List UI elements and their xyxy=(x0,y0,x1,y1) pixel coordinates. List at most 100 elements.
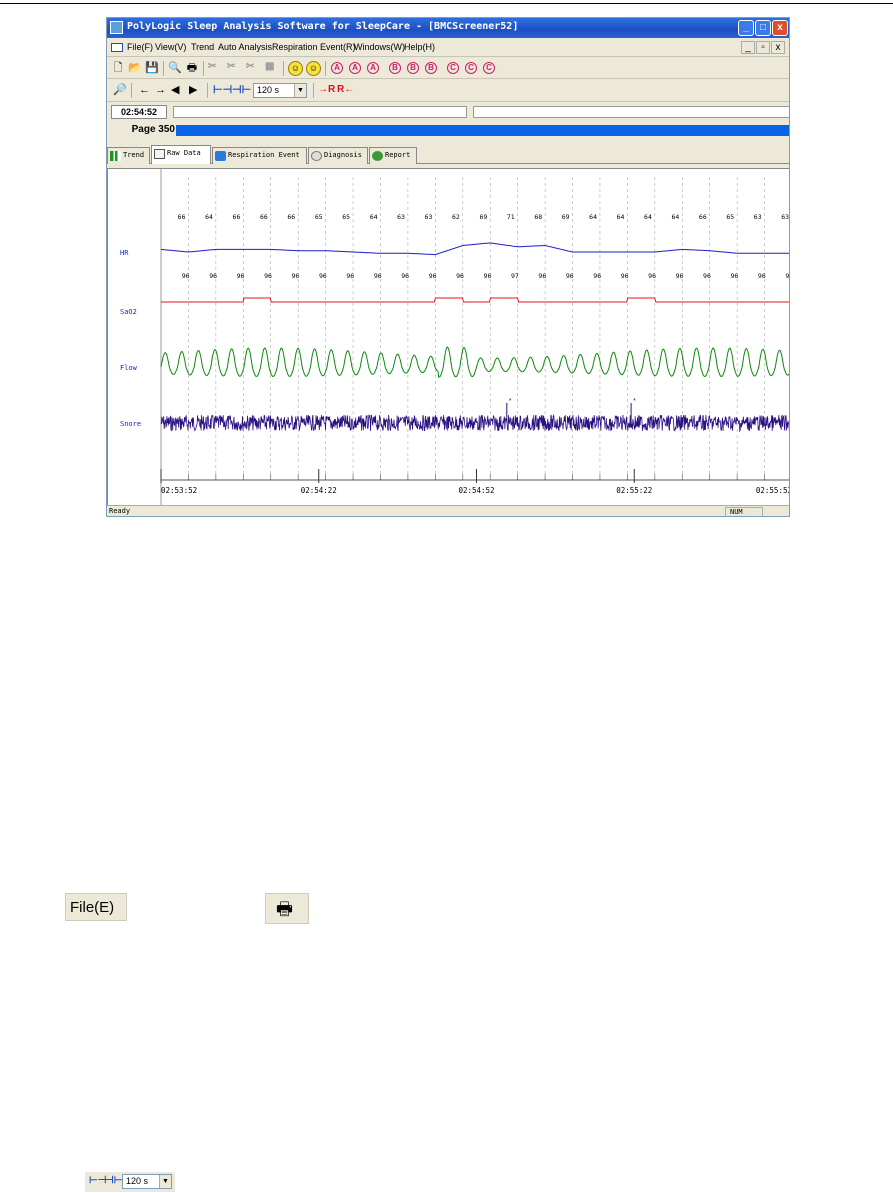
trend-chart-icon xyxy=(110,151,121,161)
event-c-icon[interactable]: C xyxy=(447,62,459,74)
sao2-value-label: 96 xyxy=(593,272,601,280)
print-icon[interactable]: 🖶 xyxy=(185,61,199,75)
smiley-1-icon[interactable]: ☺ xyxy=(288,61,303,76)
raw-data-chart[interactable]: HR SaO2 Flow Snore 66 64 66 66 66 65 65 64 63 63 62 69… xyxy=(107,168,790,506)
maximize-button[interactable]: □ xyxy=(755,20,771,36)
close-button[interactable]: x xyxy=(772,20,788,36)
hr-value-label: 63 xyxy=(754,213,762,221)
sao2-value-label: 96 xyxy=(319,272,327,280)
grid xyxy=(188,177,765,480)
window-length-select-crop: 120 s ▼ xyxy=(122,1174,172,1189)
sao2-value-label: 96 xyxy=(758,272,766,280)
sao2-value-label: 96 xyxy=(401,272,409,280)
tab-trend-label: Trend xyxy=(123,151,145,159)
sao2-value-label: 96 xyxy=(730,272,738,280)
expand-window-icon[interactable]: ⊢⊣ xyxy=(213,83,232,96)
signal-plot[interactable]: HR SaO2 Flow Snore 66 64 66 66 66 65 65 64 63 63 62 69… xyxy=(108,169,790,506)
sao2-value-label: 96 xyxy=(292,272,300,280)
menu-view[interactable]: View(V) xyxy=(155,42,186,52)
disabled-tool-4-icon: ▦ xyxy=(265,61,275,72)
menu-windows[interactable]: Windows(W) xyxy=(354,42,405,52)
hr-value-label: 64 xyxy=(671,213,679,221)
menu-trend[interactable]: Trend xyxy=(191,42,214,52)
event-a-icon[interactable]: A xyxy=(331,62,343,74)
window-length-select[interactable]: 120 s ▼ xyxy=(253,83,307,98)
tab-report[interactable]: Report xyxy=(369,147,417,164)
chevron-down-icon: ▼ xyxy=(159,1175,171,1188)
channel-label: Flow xyxy=(120,364,138,372)
hr-value-label: 64 xyxy=(644,213,652,221)
chevron-down-icon[interactable]: ▼ xyxy=(294,84,306,97)
info-field-right[interactable] xyxy=(473,106,789,118)
event-b-add-icon[interactable]: B xyxy=(407,62,419,74)
sao2-value-label: 96 xyxy=(237,272,245,280)
save-icon[interactable]: 💾 xyxy=(145,61,159,75)
respiration-icon xyxy=(215,151,226,161)
sao2-value-label: 97 xyxy=(511,272,519,280)
event-c-add-icon[interactable]: C xyxy=(465,62,477,74)
open-folder-icon[interactable]: 📂 xyxy=(128,61,142,75)
hr-value-label: 64 xyxy=(617,213,625,221)
hr-value-label: 64 xyxy=(205,213,213,221)
page-progress-bar[interactable] xyxy=(176,125,789,136)
menu-file[interactable]: File(F) xyxy=(127,42,153,52)
minimize-button[interactable]: _ xyxy=(738,20,754,36)
toolbar-separator xyxy=(325,61,326,76)
page-forward-icon[interactable]: ▶ xyxy=(189,83,197,97)
compress-window-icon[interactable]: ⊣⊢ xyxy=(232,83,251,96)
print-preview-icon[interactable]: 🔍 xyxy=(168,61,182,75)
menu-help[interactable]: Help(H) xyxy=(404,42,435,52)
new-file-icon[interactable]: 🗋 xyxy=(111,61,125,75)
mdi-restore-button[interactable]: ▫ xyxy=(756,41,770,54)
hr-value-label: 69 xyxy=(562,213,570,221)
event-b-remove-icon[interactable]: B xyxy=(425,62,437,74)
hr-value-label: 71 xyxy=(507,213,515,221)
file-menu-crop: File(E) xyxy=(65,893,127,921)
event-a-remove-icon[interactable]: A xyxy=(367,62,379,74)
channel-labels: HR SaO2 Flow Snore xyxy=(120,249,141,428)
info-field-left[interactable] xyxy=(173,106,467,118)
channel-label: SaO2 xyxy=(120,308,137,316)
hr-value-label: 63 xyxy=(781,213,789,221)
tab-trend[interactable]: Trend xyxy=(107,147,150,164)
toolbar-separator xyxy=(207,83,208,98)
event-a-add-icon[interactable]: A xyxy=(349,62,361,74)
hr-value-label: 68 xyxy=(534,213,542,221)
record-left-button[interactable]: →R xyxy=(318,84,335,95)
main-toolbar: 🗋 📂 💾 🔍 🖶 ✂ ✂ ✂ ▦ ☺ ☺ A A A B B B C C C xyxy=(107,58,789,79)
window-length-value: 120 s xyxy=(257,85,280,95)
navigation-toolbar: 🔎 ← → ◀ ▶ ⊢⊣ ⊣⊢ 120 s ▼ →R R← xyxy=(107,80,789,102)
hr-value-label: 63 xyxy=(397,213,405,221)
sao2-value-label: 96 xyxy=(538,272,546,280)
smiley-2-icon[interactable]: ☺ xyxy=(306,61,321,76)
mdi-minimize-button[interactable]: _ xyxy=(741,41,755,54)
sao2-value-label: 96 xyxy=(346,272,354,280)
tab-raw-data-label: Raw Data xyxy=(167,149,201,157)
record-right-button[interactable]: R← xyxy=(337,84,354,95)
sao2-value-label: 96 xyxy=(703,272,711,280)
toolbar-separator xyxy=(163,61,164,76)
hr-value-label: 65 xyxy=(726,213,734,221)
current-time-display: 02:54:52 xyxy=(111,105,167,119)
window-length-toolbar-crop: ⊢⊣ ⊣⊢ 120 s ▼ xyxy=(85,1172,175,1192)
sao2-trace xyxy=(161,297,789,303)
hr-value-label: 66 xyxy=(260,213,268,221)
tab-respiration-event-label: Respiration Event xyxy=(228,151,300,159)
tab-respiration-event[interactable]: Respiration Event xyxy=(212,147,307,164)
event-c-remove-icon[interactable]: C xyxy=(483,62,495,74)
time-tick-label: 02:54:22 xyxy=(301,486,337,495)
page-row: Page 350 xyxy=(107,122,789,139)
zoom-icon[interactable]: 🔎 xyxy=(113,83,127,97)
page-back-icon[interactable]: ◀ xyxy=(171,83,179,97)
tab-diagnosis[interactable]: Diagnosis xyxy=(308,147,368,164)
arrow-right-icon[interactable]: → xyxy=(155,83,166,97)
hr-value-label: 64 xyxy=(589,213,597,221)
event-b-icon[interactable]: B xyxy=(389,62,401,74)
sao2-value-label: 96 xyxy=(182,272,190,280)
arrow-left-icon[interactable]: ← xyxy=(139,83,150,97)
tab-raw-data[interactable]: Raw Data xyxy=(151,145,211,164)
menu-auto-analysis[interactable]: Auto Analysis xyxy=(218,42,272,52)
mdi-close-button[interactable]: x xyxy=(771,41,785,54)
hr-value-label: 66 xyxy=(287,213,295,221)
menu-respiration-event[interactable]: Respiration Event(R) xyxy=(272,42,356,52)
